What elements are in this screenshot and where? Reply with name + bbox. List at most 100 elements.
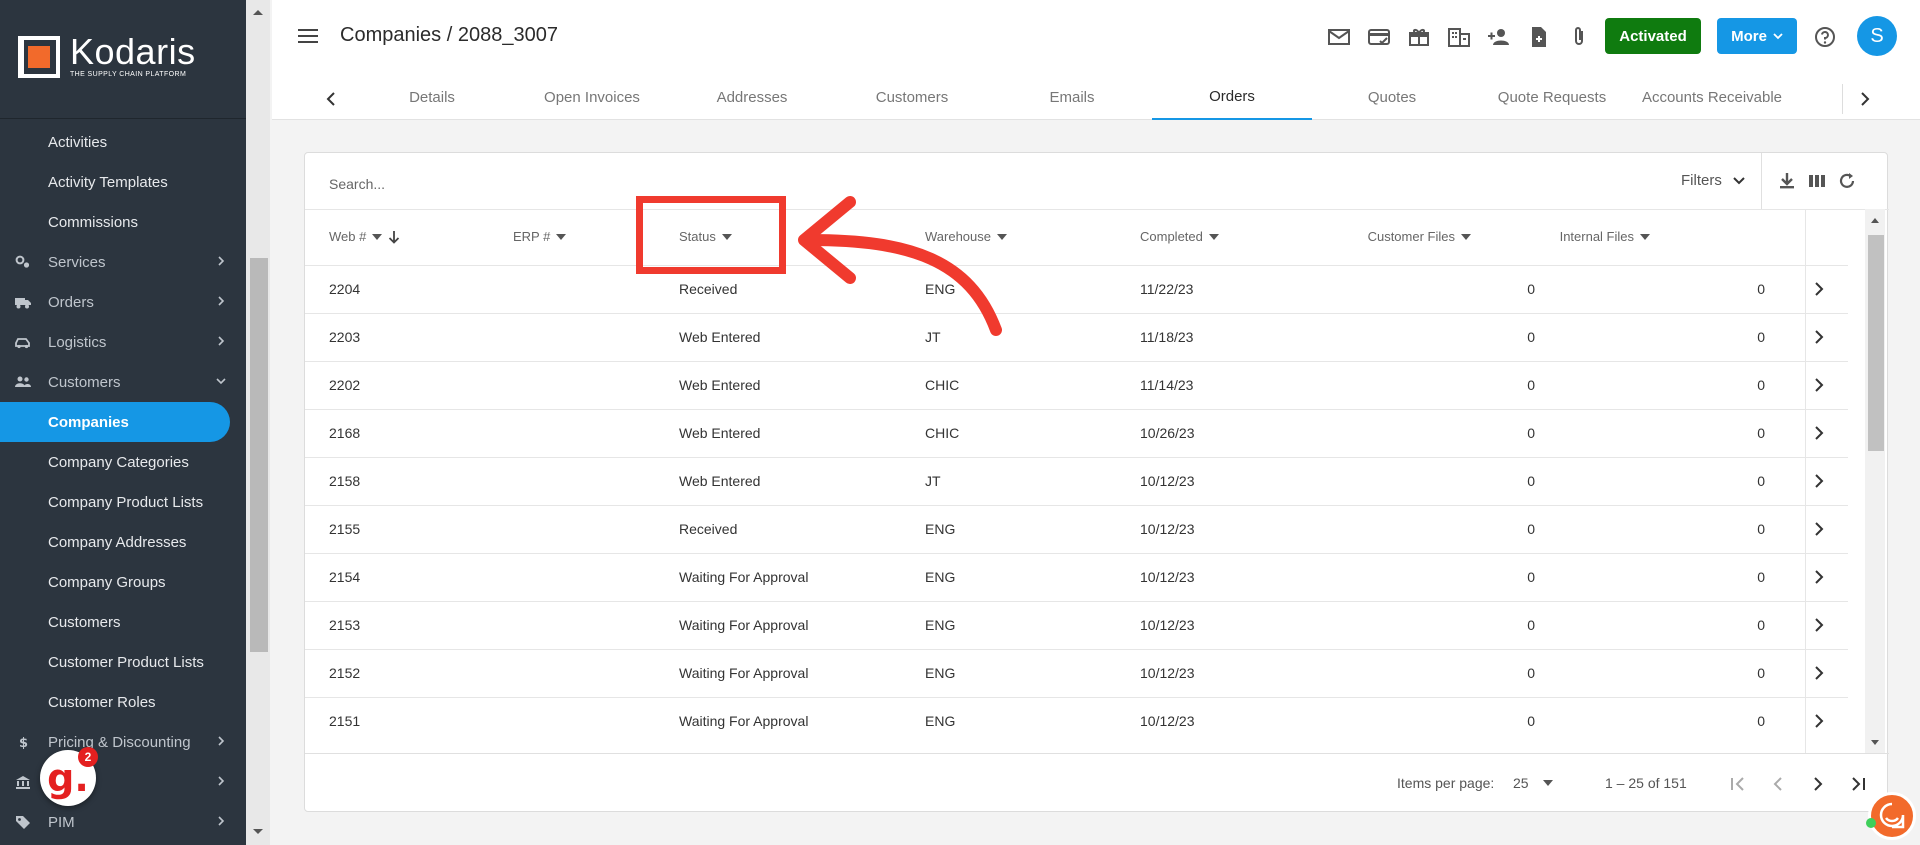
- sort-descending-icon: [389, 230, 400, 244]
- sidebar-item-label: Customer Product Lists: [48, 653, 204, 671]
- chevron-right-icon[interactable]: [1811, 281, 1827, 297]
- chevron-right-icon[interactable]: [1811, 569, 1827, 585]
- column-header-status[interactable]: Status: [679, 229, 732, 244]
- column-header-customer-files[interactable]: Customer Files: [1321, 229, 1471, 244]
- chevron-right-icon[interactable]: [1811, 377, 1827, 393]
- cell-internal-files: 0: [1757, 713, 1765, 729]
- table-row[interactable]: 2204 Received ENG 11/22/23 0 0: [305, 265, 1848, 313]
- building-icon[interactable]: [1446, 24, 1472, 50]
- column-header-label: Warehouse: [925, 229, 991, 244]
- table-row[interactable]: 2202 Web Entered CHIC 11/14/23 0 0: [305, 361, 1848, 409]
- table-row[interactable]: 2203 Web Entered JT 11/18/23 0 0: [305, 313, 1848, 361]
- sidebar-item-pim[interactable]: PIM: [0, 802, 246, 842]
- sidebar-item-logistics[interactable]: Logistics: [0, 322, 246, 362]
- sidebar-nav: Activities Activity Templates Commissions S…: [0, 122, 246, 842]
- sidebar-item-label: Activity Templates: [48, 173, 168, 191]
- cell-web-number: 2204: [329, 281, 361, 297]
- add-person-icon[interactable]: [1486, 24, 1512, 50]
- tab-quote-requests[interactable]: Quote Requests: [1472, 74, 1632, 120]
- tab-details[interactable]: Details: [352, 74, 512, 120]
- tab-accounts-receivable[interactable]: Accounts Receivable: [1632, 74, 1792, 120]
- table-row[interactable]: 2154 Waiting For Approval ENG 10/12/23 0 0: [305, 553, 1848, 601]
- cell-web-number: 2203: [329, 329, 361, 345]
- add-document-icon[interactable]: [1526, 24, 1552, 50]
- chat-widget-button[interactable]: [1868, 792, 1916, 840]
- cell-warehouse: ENG: [925, 713, 956, 729]
- sidebar-item-pricing-discounting[interactable]: $ Pricing & Discounting: [0, 722, 246, 762]
- chevron-right-icon[interactable]: [1811, 665, 1827, 681]
- search-input[interactable]: [329, 171, 1129, 197]
- sidebar-item-companies[interactable]: Companies: [0, 402, 230, 442]
- sidebar-item-company-groups[interactable]: Company Groups: [0, 562, 246, 602]
- column-header-completed[interactable]: Completed: [1140, 229, 1219, 244]
- refresh-icon[interactable]: [1837, 171, 1857, 191]
- sidebar-item-services[interactable]: Services: [0, 242, 246, 282]
- sidebar-item-customers[interactable]: Customers: [0, 602, 246, 642]
- table-row[interactable]: 2155 Received ENG 10/12/23 0 0: [305, 505, 1848, 553]
- attachment-icon[interactable]: [1566, 24, 1592, 50]
- kodaris-logo[interactable]: Kodaris THE SUPPLY CHAIN PLATFORM: [16, 34, 196, 80]
- gift-card-icon[interactable]: [1406, 24, 1432, 50]
- chevron-right-icon[interactable]: [1811, 473, 1827, 489]
- filters-dropdown[interactable]: Filters: [1681, 172, 1746, 189]
- items-per-page-select[interactable]: 25: [1513, 775, 1553, 791]
- sidebar-item-activity-templates[interactable]: Activity Templates: [0, 162, 246, 202]
- caret-down-icon: [721, 233, 732, 240]
- cell-warehouse: ENG: [925, 521, 956, 537]
- caret-down-icon: [1461, 233, 1471, 240]
- tab-scroll-left-button[interactable]: [316, 84, 346, 114]
- first-page-icon[interactable]: [1727, 773, 1749, 795]
- tab-emails[interactable]: Emails: [992, 74, 1152, 120]
- chevron-right-icon[interactable]: [1811, 521, 1827, 537]
- more-button[interactable]: More: [1717, 18, 1797, 54]
- column-header-internal-files[interactable]: Internal Files: [1500, 229, 1650, 244]
- user-avatar[interactable]: S: [1857, 16, 1897, 56]
- activated-button[interactable]: Activated: [1605, 18, 1701, 54]
- column-header-warehouse[interactable]: Warehouse: [925, 229, 1007, 244]
- table-row[interactable]: 2168 Web Entered CHIC 10/26/23 0 0: [305, 409, 1848, 457]
- chevron-right-icon[interactable]: [1811, 425, 1827, 441]
- tab-orders[interactable]: Orders: [1152, 74, 1312, 120]
- cell-warehouse: CHIC: [925, 377, 960, 393]
- column-header-web[interactable]: Web #: [329, 229, 400, 244]
- tab-customers[interactable]: Customers: [832, 74, 992, 120]
- chevron-right-icon[interactable]: [1811, 329, 1827, 345]
- table-row[interactable]: 2153 Waiting For Approval ENG 10/12/23 0 0: [305, 601, 1848, 649]
- sidebar-item-company-categories[interactable]: Company Categories: [0, 442, 246, 482]
- table-row[interactable]: 2151 Waiting For Approval ENG 10/12/23 0 0: [305, 697, 1848, 745]
- sidebar-item-activities[interactable]: Activities: [0, 122, 246, 162]
- last-page-icon[interactable]: [1847, 773, 1869, 795]
- column-header-erp[interactable]: ERP #: [513, 229, 567, 244]
- download-icon[interactable]: [1777, 171, 1797, 191]
- tab-quotes[interactable]: Quotes: [1312, 74, 1472, 120]
- email-icon[interactable]: [1326, 24, 1352, 50]
- sidebar-item-commissions[interactable]: Commissions: [0, 202, 246, 242]
- sidebar-item-bank-icon[interactable]: [0, 762, 246, 802]
- tab-scroll-right-button[interactable]: [1842, 84, 1886, 114]
- previous-page-icon[interactable]: [1767, 773, 1789, 795]
- chevron-right-icon[interactable]: [1811, 617, 1827, 633]
- sidebar-item-customer-product-lists[interactable]: Customer Product Lists: [0, 642, 246, 682]
- tab-open-invoices[interactable]: Open Invoices: [512, 74, 672, 120]
- sidebar-item-customers[interactable]: Customers: [0, 362, 246, 402]
- help-icon[interactable]: [1812, 24, 1838, 50]
- table-row[interactable]: 2158 Web Entered JT 10/12/23 0 0: [305, 457, 1848, 505]
- table-row[interactable]: 2152 Waiting For Approval ENG 10/12/23 0 0: [305, 649, 1848, 697]
- menu-icon[interactable]: [298, 28, 318, 44]
- cell-customer-files: 0: [1527, 281, 1535, 297]
- sidebar-item-company-addresses[interactable]: Company Addresses: [0, 522, 246, 562]
- sidebar-item-orders[interactable]: Orders: [0, 282, 246, 322]
- sidebar-scrollbar-thumb[interactable]: [250, 258, 268, 652]
- table-scrollbar-thumb[interactable]: [1868, 235, 1884, 451]
- sidebar-item-label: Company Addresses: [48, 533, 187, 551]
- next-page-icon[interactable]: [1807, 773, 1829, 795]
- cell-completed: 10/12/23: [1140, 665, 1195, 681]
- sidebar-item-label: Logistics: [48, 333, 107, 351]
- payment-card-icon[interactable]: [1366, 24, 1392, 50]
- tab-addresses[interactable]: Addresses: [672, 74, 832, 120]
- cell-status: Web Entered: [679, 473, 761, 489]
- chevron-right-icon[interactable]: [1811, 713, 1827, 729]
- columns-icon[interactable]: [1807, 171, 1827, 191]
- sidebar-item-customer-roles[interactable]: Customer Roles: [0, 682, 246, 722]
- sidebar-item-company-product-lists[interactable]: Company Product Lists: [0, 482, 246, 522]
